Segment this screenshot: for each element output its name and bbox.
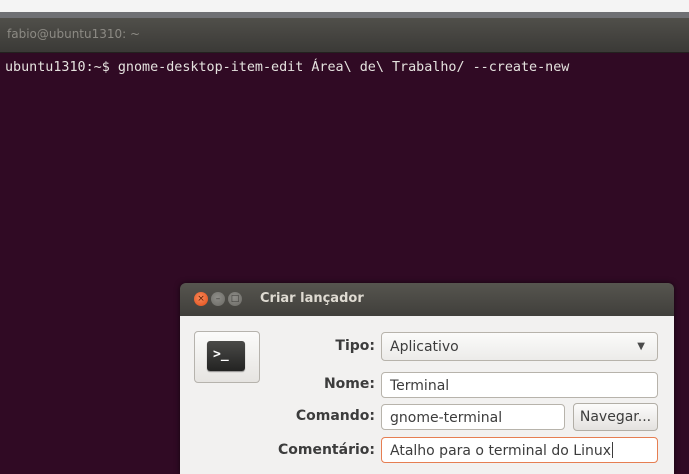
maximize-icon[interactable]: □ [228, 292, 242, 306]
terminal-icon-glyph: >_ [213, 347, 229, 362]
dialog-titlebar[interactable]: × – □ Criar lançador [180, 283, 674, 316]
comentario-value: Atalho para o terminal do Linux [390, 443, 611, 459]
create-launcher-dialog: × – □ Criar lançador >_ Tipo: Aplicativo… [180, 283, 674, 474]
nome-input[interactable]: Terminal [381, 372, 658, 398]
dialog-title: Criar lançador [260, 291, 364, 306]
comentario-label: Comentário: [277, 442, 375, 458]
browse-button[interactable]: Navegar... [573, 403, 658, 431]
desktop-top-strip [0, 0, 689, 12]
nome-value: Terminal [390, 378, 450, 394]
text-caret [612, 442, 613, 458]
launcher-icon-button[interactable]: >_ [194, 331, 260, 383]
comando-value: gnome-terminal [390, 410, 503, 426]
tipo-label: Tipo: [335, 338, 375, 354]
close-icon[interactable]: × [194, 292, 208, 306]
chevron-down-icon: ▼ [637, 341, 645, 352]
comando-label: Comando: [295, 408, 375, 424]
nome-label: Nome: [323, 376, 375, 392]
terminal-command-line: ubuntu1310:~$ gnome-desktop-item-edit Ár… [5, 60, 570, 75]
terminal-icon: >_ [207, 341, 245, 371]
tipo-select[interactable]: Aplicativo ▼ [381, 332, 658, 361]
tipo-value: Aplicativo [390, 339, 459, 355]
terminal-title: fabio@ubuntu1310: ~ [7, 27, 141, 41]
comando-input[interactable]: gnome-terminal [381, 404, 565, 430]
comentario-input[interactable]: Atalho para o terminal do Linux [381, 437, 658, 463]
dialog-body: >_ Tipo: Aplicativo ▼ Nome: Terminal Com… [180, 316, 674, 474]
minimize-icon[interactable]: – [211, 292, 225, 306]
terminal-titlebar[interactable]: fabio@ubuntu1310: ~ [0, 18, 689, 53]
